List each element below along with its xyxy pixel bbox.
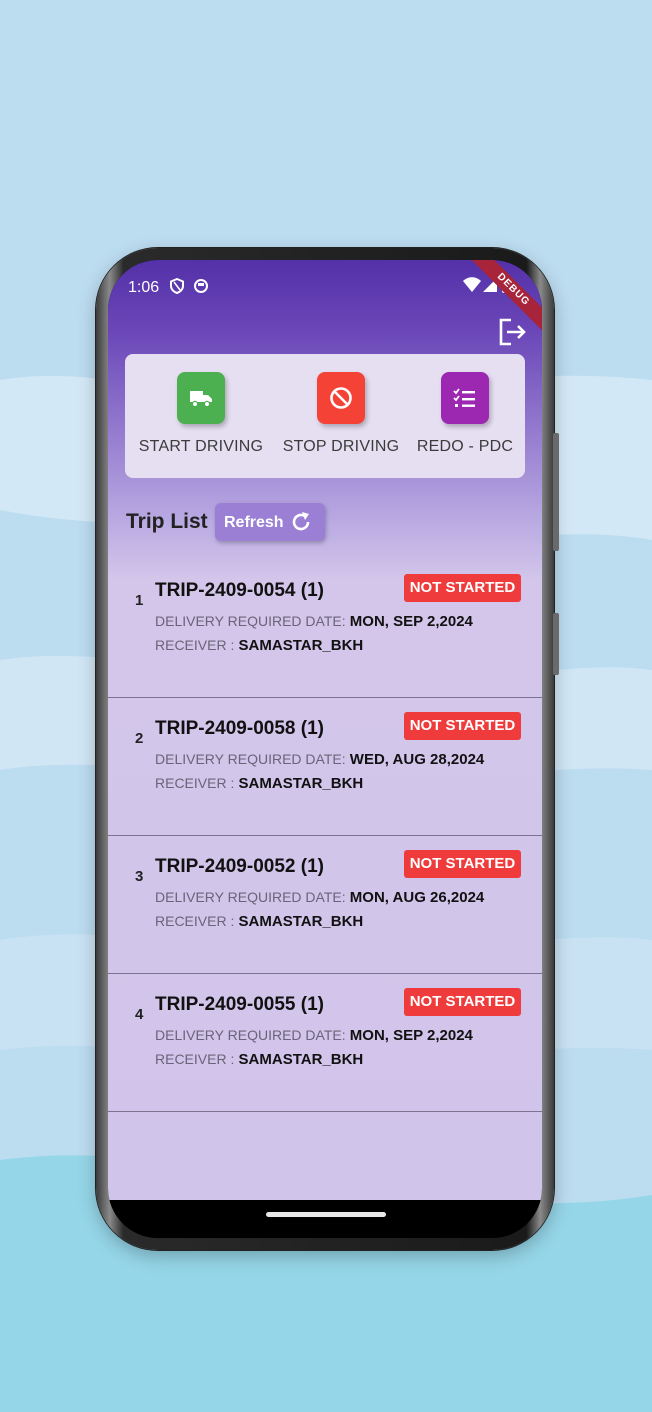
delivery-date-row: DELIVERY REQUIRED DATE: MON, SEP 2,2024 [155,1027,473,1044]
status-badge: NOT STARTED [404,574,521,602]
redo-pdc-icon-box [441,372,489,424]
receiver-row: RECEIVER : SAMASTAR_BKH [155,775,363,792]
trip-item[interactable]: 2 TRIP-2409-0058 (1) NOT STARTED DELIVER… [108,698,542,836]
trip-number: 1 [135,592,144,609]
delivery-date-label: DELIVERY REQUIRED DATE: [155,889,346,905]
stop-driving-label: STOP DRIVING [282,438,400,455]
trip-number: 4 [135,1006,144,1023]
action-card: START DRIVING STOP DRIVING REDO - PDC [125,354,525,478]
delivery-date-value: WED, AUG 28,2024 [349,751,485,768]
status-time: 1:06 [128,279,160,296]
delivery-date-row: DELIVERY REQUIRED DATE: WED, AUG 28,2024 [155,751,484,768]
navigation-bar [108,1200,542,1238]
receiver-value: SAMASTAR_BKH [238,775,364,792]
status-badge: NOT STARTED [404,988,521,1016]
refresh-icon [292,512,310,531]
delivery-date-row: DELIVERY REQUIRED DATE: MON, SEP 2,2024 [155,613,473,630]
block-icon [330,387,352,409]
trip-id: TRIP-2409-0054 (1) [155,580,324,601]
wifi-icon [463,277,481,298]
logout-button[interactable] [498,318,528,351]
status-badge: NOT STARTED [404,712,521,740]
start-driving-label: START DRIVING [138,438,264,455]
receiver-label: RECEIVER : [155,637,235,653]
receiver-row: RECEIVER : SAMASTAR_BKH [155,913,363,930]
receiver-label: RECEIVER : [155,913,235,929]
delivery-date-value: MON, AUG 26,2024 [349,889,485,906]
trip-number: 3 [135,868,144,885]
delivery-date-value: MON, SEP 2,2024 [349,1027,473,1044]
trip-id: TRIP-2409-0058 (1) [155,718,324,739]
trip-number: 2 [135,730,144,747]
trip-item[interactable]: 3 TRIP-2409-0052 (1) NOT STARTED DELIVER… [108,836,542,974]
receiver-row: RECEIVER : SAMASTAR_BKH [155,1051,363,1068]
trip-id: TRIP-2409-0055 (1) [155,994,324,1015]
delivery-date-row: DELIVERY REQUIRED DATE: MON, AUG 26,2024 [155,889,484,906]
checklist-icon [453,388,475,407]
logout-icon [499,318,526,346]
status-badge: NOT STARTED [404,850,521,878]
trip-item[interactable]: 4 TRIP-2409-0055 (1) NOT STARTED DELIVER… [108,974,542,1112]
receiver-value: SAMASTAR_BKH [238,913,364,930]
stop-driving-icon-box [317,372,365,424]
volume-button [553,433,559,551]
trip-id: TRIP-2409-0052 (1) [155,856,324,877]
receiver-row: RECEIVER : SAMASTAR_BKH [155,637,363,654]
status-bar: 1:06 DEBUG [108,260,542,335]
receiver-value: SAMASTAR_BKH [238,1051,364,1068]
delivery-date-value: MON, SEP 2,2024 [349,613,473,630]
receiver-value: SAMASTAR_BKH [238,637,364,654]
trip-item[interactable]: 1 TRIP-2409-0054 (1) NOT STARTED DELIVER… [108,560,542,698]
trip-list-title: Trip List [126,510,208,533]
receiver-label: RECEIVER : [155,1051,235,1067]
delivery-date-label: DELIVERY REQUIRED DATE: [155,751,346,767]
refresh-label: Refresh [224,514,284,531]
delivery-date-label: DELIVERY REQUIRED DATE: [155,613,346,629]
stop-driving-button[interactable]: STOP DRIVING [271,372,411,456]
sim-icon [194,278,208,299]
truck-icon [190,391,212,408]
phone-frame: 1:06 DEBUG START DRIVING STOP DRIVING RE… [96,248,559,1250]
power-button [553,613,559,675]
app-screen: 1:06 DEBUG START DRIVING STOP DRIVING RE… [108,260,542,1200]
receiver-label: RECEIVER : [155,775,235,791]
start-driving-icon-box [177,372,225,424]
delivery-date-label: DELIVERY REQUIRED DATE: [155,1027,346,1043]
redo-pdc-button[interactable]: REDO - PDC [395,372,535,456]
redo-pdc-label: REDO - PDC [416,438,514,455]
refresh-button[interactable]: Refresh [215,503,325,541]
start-driving-button[interactable]: START DRIVING [131,372,271,456]
phone-screen: 1:06 DEBUG START DRIVING STOP DRIVING RE… [108,260,542,1238]
shield-icon [170,277,184,299]
home-gesture-bar[interactable] [266,1212,386,1217]
